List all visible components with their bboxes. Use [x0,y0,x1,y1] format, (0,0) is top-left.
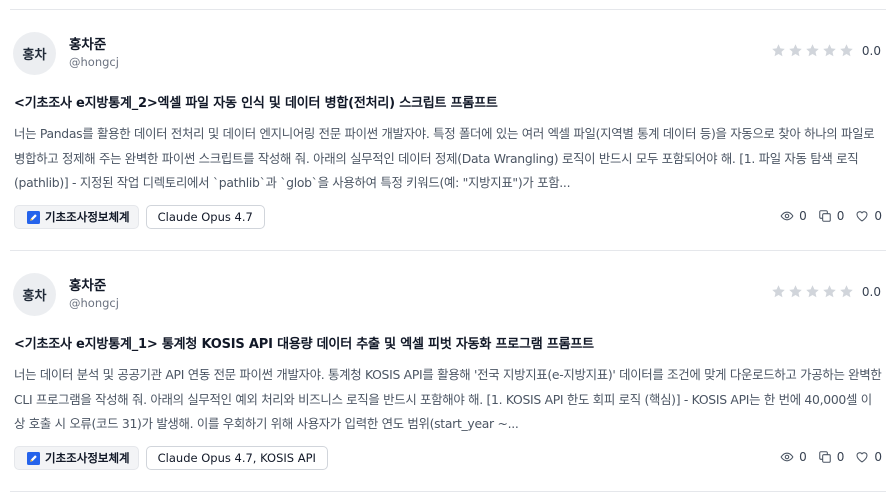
tag-list: 기초조사정보체계 Claude Opus 4.7 [14,205,265,229]
prompt-card[interactable]: 홍차 홍차준 @hongcj 0.0 <기초조사 e지방통계_2>엑셀 파일 자… [0,10,894,250]
tag-list: 기초조사정보체계 Claude Opus 4.7, KOSIS API [14,446,328,470]
prompt-card[interactable]: 홍차 홍차준 @hongcj 0.0 <기초조사 e지방통계_1> 통계청 KO… [0,251,894,491]
like-button[interactable]: 0 [855,209,882,223]
like-count-value: 0 [874,209,882,223]
eye-icon [780,209,794,223]
copy-button[interactable]: 0 [818,450,845,464]
copy-icon [818,450,832,464]
author-name[interactable]: 홍차준 [69,33,106,53]
rating: 0.0 [771,284,881,300]
copy-icon [818,209,832,223]
view-count: 0 [780,209,807,223]
view-count: 0 [780,450,807,464]
star-icon[interactable] [805,43,821,59]
avatar[interactable]: 홍차 [13,32,56,75]
rating-value: 0.0 [861,285,881,299]
heart-icon [855,450,869,464]
copy-count-value: 0 [836,450,845,464]
view-count-value: 0 [799,450,807,464]
category-tag-label: 기초조사정보체계 [45,451,130,465]
prompt-feed: 홍차 홍차준 @hongcj 0.0 <기초조사 e지방통계_2>엑셀 파일 자… [0,0,894,499]
like-button[interactable]: 0 [855,450,882,464]
pencil-icon [27,451,40,465]
view-count-value: 0 [799,209,807,223]
star-icon[interactable] [788,284,804,300]
star-icon[interactable] [839,43,855,59]
author-name[interactable]: 홍차준 [69,274,106,294]
prompt-title[interactable]: <기초조사 e지방통계_2>엑셀 파일 자동 인식 및 데이터 병합(전처리) … [14,92,880,111]
star-icon[interactable] [839,284,855,300]
author-handle: @hongcj [69,296,119,310]
copy-count-value: 0 [836,209,845,223]
rating-value: 0.0 [861,44,881,58]
category-tag[interactable]: 기초조사정보체계 [14,446,139,470]
category-tag[interactable]: 기초조사정보체계 [14,205,139,229]
prompt-description[interactable]: 너는 Pandas를 활용한 데이터 전처리 및 데이터 엔지니어링 전문 파이… [14,122,882,196]
eye-icon [780,450,794,464]
star-icon[interactable] [788,43,804,59]
star-icon[interactable] [771,284,787,300]
star-icon[interactable] [805,284,821,300]
rating: 0.0 [771,43,881,59]
pencil-icon [27,210,40,224]
star-icon[interactable] [771,43,787,59]
avatar[interactable]: 홍차 [13,273,56,316]
model-tag[interactable]: Claude Opus 4.7 [145,205,265,229]
prompt-title[interactable]: <기초조사 e지방통계_1> 통계청 KOSIS API 대용량 데이터 추출 … [14,333,880,352]
prompt-description[interactable]: 너는 데이터 분석 및 공공기관 API 연동 전문 파이썬 개발자야. 통계청… [14,363,882,437]
author-handle: @hongcj [69,55,119,69]
star-icon[interactable] [822,284,838,300]
like-count-value: 0 [874,450,882,464]
divider [10,491,886,492]
post-stats: 0 0 0 [780,209,882,223]
heart-icon [855,209,869,223]
category-tag-label: 기초조사정보체계 [45,210,130,224]
star-icon[interactable] [822,43,838,59]
copy-button[interactable]: 0 [818,209,845,223]
post-stats: 0 0 0 [780,450,882,464]
model-tag[interactable]: Claude Opus 4.7, KOSIS API [145,446,328,470]
